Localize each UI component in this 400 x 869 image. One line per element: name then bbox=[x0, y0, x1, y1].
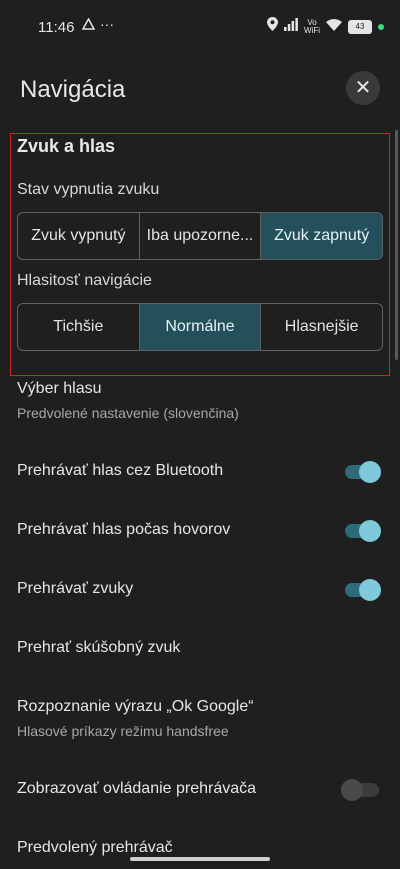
page-title: Navigácia bbox=[20, 76, 126, 103]
mute-state-selector: Zvuk vypnutý Iba upozorne... Zvuk zapnut… bbox=[17, 212, 383, 260]
voice-selection-subtitle: Predvolené nastavenie (slovenčina) bbox=[17, 405, 239, 421]
volume-option-quieter[interactable]: Tichšie bbox=[18, 304, 140, 350]
battery-icon: 43 bbox=[348, 19, 372, 34]
mute-state-label: Stav vypnutia zvuku bbox=[17, 181, 160, 198]
play-sounds-title: Prehrávať zvuky bbox=[17, 580, 134, 597]
section-title-sound: Zvuk a hlas bbox=[17, 136, 116, 156]
location-icon bbox=[267, 17, 278, 36]
calls-voice-toggle[interactable] bbox=[345, 520, 381, 542]
scrollbar[interactable] bbox=[395, 130, 398, 360]
signal-icon bbox=[284, 17, 298, 36]
wifi-icon bbox=[326, 18, 342, 36]
player-controls-toggle[interactable] bbox=[341, 779, 381, 801]
mute-option-alerts-only[interactable]: Iba upozorne... bbox=[140, 213, 262, 259]
play-sounds-toggle[interactable] bbox=[345, 579, 381, 601]
bluetooth-voice-toggle[interactable] bbox=[345, 461, 381, 483]
volume-selector: Tichšie Normálne Hlasnejšie bbox=[17, 303, 383, 351]
privacy-dot-icon bbox=[378, 23, 384, 30]
status-icons: Vo WiFi 43 bbox=[267, 17, 384, 36]
close-icon: ✕ bbox=[354, 77, 372, 99]
cast-icon bbox=[81, 17, 96, 34]
volume-option-normal[interactable]: Normálne bbox=[139, 304, 262, 350]
vowifi-icon: Vo WiFi bbox=[304, 18, 320, 35]
ok-google-title[interactable]: Rozpoznanie výrazu „Ok Google“ bbox=[17, 698, 254, 716]
close-button[interactable]: ✕ bbox=[346, 71, 380, 105]
more-dots-icon: ··· bbox=[100, 16, 114, 32]
vowifi-bottom-text: WiFi bbox=[304, 25, 320, 35]
voice-selection-title[interactable]: Výber hlasu bbox=[17, 380, 102, 398]
gesture-nav-handle[interactable] bbox=[130, 857, 270, 861]
status-bar: 11:46 ··· Vo WiFi 43 bbox=[0, 0, 400, 56]
player-controls-title: Zobrazovať ovládanie prehrávača bbox=[17, 780, 257, 797]
mute-option-on[interactable]: Zvuk zapnutý bbox=[261, 213, 382, 259]
volume-option-louder[interactable]: Hlasnejšie bbox=[261, 304, 382, 350]
default-player-title[interactable]: Predvolený prehrávač bbox=[17, 839, 173, 857]
bluetooth-voice-title: Prehrávať hlas cez Bluetooth bbox=[17, 462, 224, 479]
mute-option-off[interactable]: Zvuk vypnutý bbox=[18, 213, 140, 259]
volume-label: Hlasitosť navigácie bbox=[17, 272, 152, 289]
calls-voice-title: Prehrávať hlas počas hovorov bbox=[17, 521, 231, 538]
status-time: 11:46 bbox=[38, 19, 75, 36]
test-sound-item[interactable]: Prehrať skúšobný zvuk bbox=[17, 639, 180, 657]
ok-google-subtitle: Hlasové príkazy režimu handsfree bbox=[17, 723, 229, 739]
